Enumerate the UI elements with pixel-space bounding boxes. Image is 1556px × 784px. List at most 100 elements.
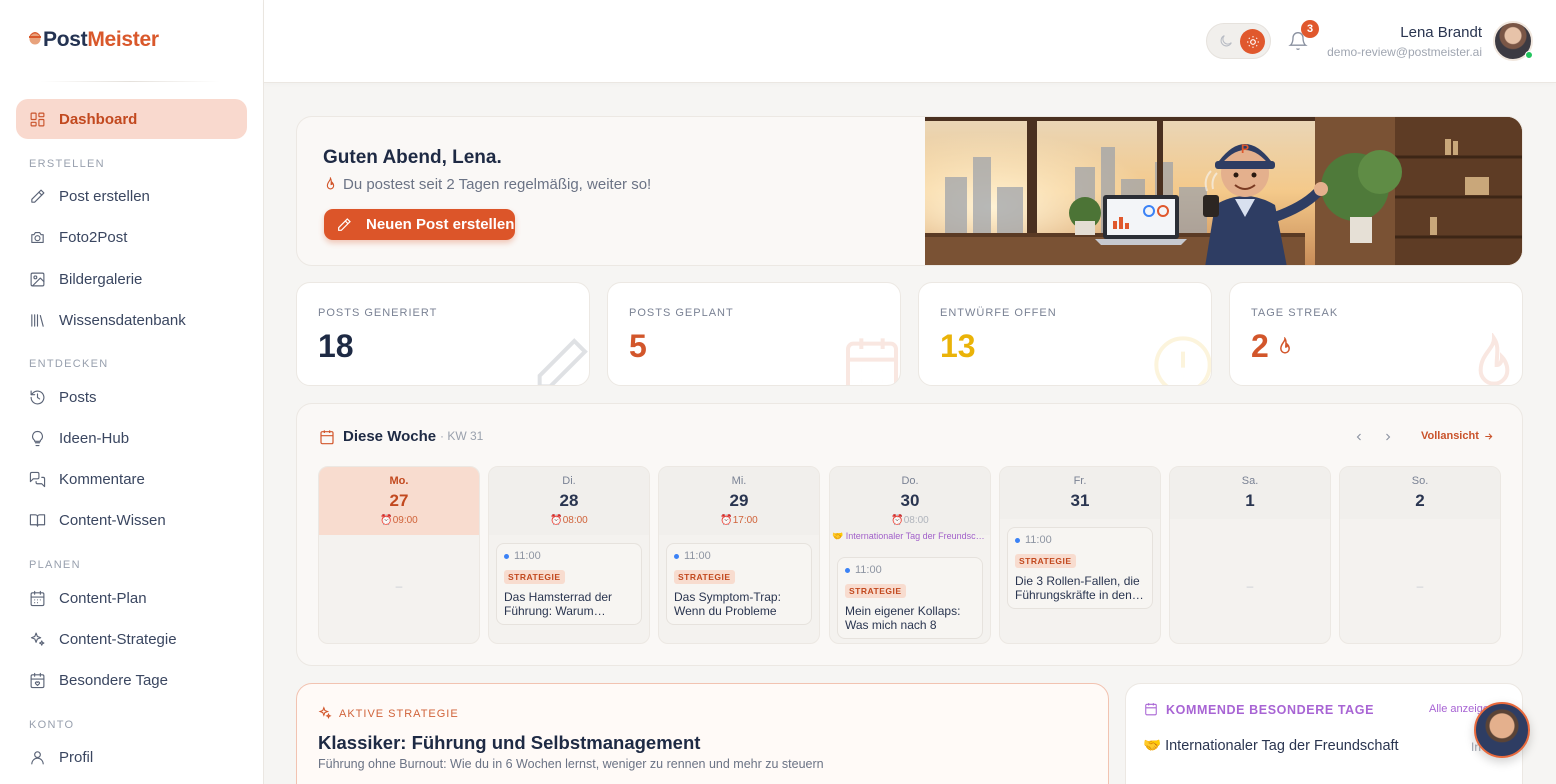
sun-icon: [1240, 29, 1265, 54]
svg-text:P: P: [1241, 142, 1249, 156]
calendar-icon: [320, 430, 334, 445]
sidebar-item-label: Foto2Post: [59, 228, 128, 246]
special-day-item[interactable]: 🤝 Internationaler Tag der Freundschaft: [1143, 737, 1399, 754]
post-card[interactable]: 11:00 STRATEGIE Das Hamsterrad der Führu…: [496, 543, 642, 625]
post-tag: STRATEGIE: [504, 570, 565, 584]
day-column-friday[interactable]: Fr. 31 11:00 STRATEGIE Die 3 Rollen-Fall…: [999, 466, 1161, 644]
sidebar-item-wissensdatenbank[interactable]: Wissensdatenbank: [16, 300, 247, 340]
post-card[interactable]: 11:00 STRATEGIE Die 3 Rollen-Fallen, die…: [1007, 527, 1153, 609]
full-view-link[interactable]: Vollansicht: [1421, 430, 1494, 442]
chevron-left-icon: [1356, 433, 1361, 441]
sidebar-item-besondere-tage[interactable]: Besondere Tage: [16, 660, 247, 700]
sidebar-item-ideen-hub[interactable]: Ideen-Hub: [16, 418, 247, 458]
sidebar-item-kommentare[interactable]: Kommentare: [16, 459, 247, 499]
day-header: Di. 28 ⏰08:00: [489, 467, 649, 535]
day-column-saturday[interactable]: Sa. 1 –: [1169, 466, 1331, 644]
day-number: 27: [389, 491, 409, 510]
stat-value: 5: [629, 328, 647, 364]
chevron-right-icon: [1386, 433, 1391, 441]
stat-value: 13: [940, 328, 976, 364]
sidebar-item-dashboard[interactable]: Dashboard: [16, 99, 247, 139]
post-title: Mein eigener Kollaps: Was mich nach 8 Ja…: [845, 604, 961, 632]
stat-value: 2: [1251, 328, 1269, 364]
day-name: Mo.: [389, 475, 409, 487]
assistant-chat-button[interactable]: [1474, 702, 1530, 758]
image-icon: [30, 272, 45, 286]
nav-section-entdecken: ENTDECKEN: [29, 358, 109, 370]
post-time: 11:00: [504, 550, 634, 562]
logo[interactable]: Post Meister: [28, 28, 159, 52]
sidebar-item-post-erstellen[interactable]: Post erstellen: [16, 176, 247, 216]
stat-card-tage-streak: TAGE STREAK 2: [1229, 282, 1523, 386]
day-name: So.: [1411, 475, 1429, 487]
day-time-value: 08:00: [903, 515, 929, 526]
strategy-title: Klassiker: Führung und Selbstmanagement: [318, 732, 701, 753]
sidebar-item-label: Wissensdatenbank: [59, 311, 186, 329]
day-time-value: 09:00: [392, 515, 418, 526]
day-empty: –: [1416, 579, 1424, 593]
sidebar-item-foto2post[interactable]: Foto2Post: [16, 217, 247, 257]
user-name[interactable]: Lena Brandt: [1400, 24, 1482, 41]
moon-icon: [1220, 35, 1232, 47]
sidebar-item-profil[interactable]: Profil: [16, 737, 247, 777]
sidebar-item-label: Ideen-Hub: [59, 429, 130, 447]
day-time-value: 08:00: [562, 515, 588, 526]
camera-icon: [31, 231, 44, 243]
day-column-thursday[interactable]: Do. 30 ⏰08:00 🤝 Internationaler Tag der …: [829, 466, 991, 644]
library-icon: [31, 313, 44, 327]
day-time: ⏰17:00: [720, 515, 758, 526]
post-title: Das Symptom-Trap: Wenn du Probleme lös…: [674, 590, 781, 618]
flame-icon: [1478, 333, 1510, 385]
day-column-monday[interactable]: Mo. 27 ⏰09:00 –: [318, 466, 480, 644]
nav-section-erstellen: ERSTELLEN: [29, 158, 105, 170]
post-card[interactable]: 11:00 STRATEGIE Das Symptom-Trap: Wenn d…: [666, 543, 812, 625]
stat-card-posts-generiert: POSTS GENERIERT 18: [296, 282, 590, 386]
notification-badge: 3: [1301, 20, 1319, 38]
hero-greeting: Guten Abend, Lena.: [323, 147, 502, 168]
sidebar-item-label: Posts: [59, 388, 97, 406]
day-column-wednesday[interactable]: Mi. 29 ⏰17:00 11:00 STRATEGIE Das Sympto…: [658, 466, 820, 644]
day-header: Sa. 1: [1170, 467, 1330, 519]
next-week-button[interactable]: [1379, 428, 1397, 446]
pencil-icon: [31, 189, 45, 203]
dashboard-icon: [30, 112, 45, 126]
calendar-heart-icon: [30, 672, 45, 688]
post-time: 11:00: [845, 564, 975, 576]
sidebar-item-label: Kommentare: [59, 470, 145, 488]
day-empty: –: [1246, 579, 1254, 593]
day-number: 28: [559, 491, 579, 510]
new-post-button[interactable]: Neuen Post erstellen: [324, 209, 515, 240]
sidebar-item-bildergalerie[interactable]: Bildergalerie: [16, 259, 247, 299]
day-number: 29: [729, 491, 749, 510]
theme-toggle[interactable]: [1206, 23, 1271, 59]
alert-circle-icon: [1154, 336, 1211, 385]
sparkles-icon: [30, 632, 45, 646]
day-number: 2: [1415, 491, 1425, 510]
lightbulb-icon: [32, 430, 43, 446]
week-number: · KW 31: [440, 429, 484, 443]
sidebar-item-posts[interactable]: Posts: [16, 377, 247, 417]
sidebar-item-content-plan[interactable]: Content-Plan: [16, 578, 247, 618]
comments-icon: [29, 471, 46, 487]
sidebar-item-content-wissen[interactable]: Content-Wissen: [16, 500, 247, 540]
day-header: So. 2: [1340, 467, 1500, 519]
strategy-subtitle: Führung ohne Burnout: Wie du in 6 Wochen…: [318, 757, 824, 771]
day-header: Mo. 27 ⏰09:00: [319, 467, 479, 535]
active-strategy-card[interactable]: AKTIVE STRATEGIE Klassiker: Führung und …: [296, 683, 1109, 784]
stat-label: POSTS GEPLANT: [629, 307, 734, 319]
top-header: 3 Lena Brandt demo-review@postmeister.ai: [264, 0, 1556, 83]
day-header: Fr. 31: [1000, 467, 1160, 519]
prev-week-button[interactable]: [1350, 428, 1368, 446]
history-icon: [30, 390, 45, 404]
calendar-icon: [30, 590, 45, 606]
day-column-tuesday[interactable]: Di. 28 ⏰08:00 11:00 STRATEGIE Das Hamste…: [488, 466, 650, 644]
sidebar-item-label: Content-Plan: [59, 589, 147, 607]
day-header: Mi. 29 ⏰17:00: [659, 467, 819, 535]
user-icon: [31, 750, 44, 764]
hero-illustration: P: [925, 117, 1522, 265]
arrow-right-icon: [1485, 432, 1493, 440]
post-card[interactable]: 11:00 STRATEGIE Mein eigener Kollaps: Wa…: [837, 557, 983, 639]
day-column-sunday[interactable]: So. 2 –: [1339, 466, 1501, 644]
day-number: 31: [1070, 491, 1090, 510]
sidebar-item-content-strategie[interactable]: Content-Strategie: [16, 619, 247, 659]
